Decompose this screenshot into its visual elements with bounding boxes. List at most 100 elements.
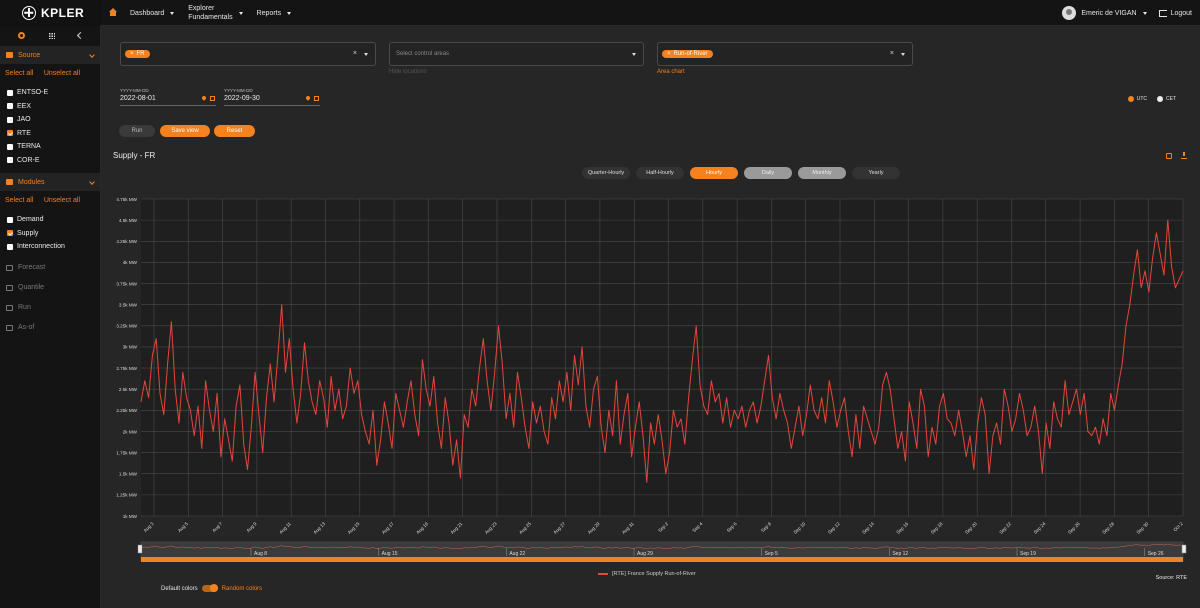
- checkbox[interactable]: [7, 103, 13, 110]
- modules-unselect-all[interactable]: Unselect all: [44, 197, 80, 204]
- random-colors-label[interactable]: Random colors: [222, 586, 262, 592]
- sidebar-item-label: Quantile: [18, 284, 45, 291]
- checkbox[interactable]: [7, 143, 13, 150]
- y-tick-label: 3k MW: [123, 345, 138, 350]
- checkbox[interactable]: [7, 116, 13, 123]
- nav-explorer-fundamentals[interactable]: Explorer Fundamentals: [188, 4, 243, 22]
- module-item-interconnection[interactable]: Interconnection: [0, 240, 100, 254]
- y-tick-label: 1.5k MW: [119, 472, 138, 477]
- y-tick-label: 4.75k MW: [116, 197, 137, 202]
- source-item-entso-e[interactable]: ENTSO-E: [0, 86, 100, 100]
- modules-select-all[interactable]: Select all: [5, 197, 33, 204]
- checkbox[interactable]: [7, 130, 13, 137]
- source-unselect-all[interactable]: Unselect all: [44, 70, 80, 77]
- gear-icon[interactable]: [17, 31, 25, 39]
- module-item-supply[interactable]: Supply: [0, 227, 100, 241]
- checkbox[interactable]: [7, 230, 13, 237]
- save-view-button[interactable]: Save view: [160, 125, 210, 137]
- expand-icon[interactable]: [1166, 153, 1172, 159]
- user-name[interactable]: Emeric de VIGAN: [1081, 10, 1136, 17]
- clear-icon[interactable]: ×: [890, 50, 894, 57]
- granularity-half-hourly-button[interactable]: Half-Hourly: [636, 167, 684, 179]
- chevron-down-icon[interactable]: [1142, 11, 1147, 15]
- logout-link[interactable]: Logout: [1171, 10, 1192, 17]
- source-item-rte[interactable]: RTE: [0, 127, 100, 141]
- source-item-label: TERNA: [17, 143, 41, 151]
- calendar-icon[interactable]: [314, 96, 319, 101]
- navigator-handle-right[interactable]: [1181, 544, 1187, 554]
- chart-legend[interactable]: [RTE] France Supply Run-of-River: [598, 571, 696, 577]
- run-button[interactable]: Run: [119, 125, 155, 137]
- source-select-all[interactable]: Select all: [5, 70, 33, 77]
- source-item-cor-e[interactable]: COR-E: [0, 154, 100, 168]
- color-toggle-switch[interactable]: [201, 584, 218, 592]
- grid-icon[interactable]: [47, 31, 55, 39]
- chevron-down-icon[interactable]: [364, 53, 368, 56]
- x-tick-label: Sep 24: [1033, 521, 1047, 535]
- utc-label: UTC: [1136, 96, 1147, 102]
- source-item-label: EEX: [17, 102, 32, 110]
- module-item-demand[interactable]: Demand: [0, 213, 100, 227]
- navigator-scrollbar[interactable]: [141, 557, 1183, 562]
- reset-button[interactable]: Reset: [214, 125, 255, 137]
- home-icon[interactable]: [108, 8, 118, 18]
- granularity-monthly-button[interactable]: Monthly: [798, 167, 846, 179]
- location-pin-icon[interactable]: [305, 95, 311, 101]
- sidebar-item-forecast[interactable]: Forecast: [0, 258, 100, 278]
- sidebar-item-run[interactable]: Run: [0, 298, 100, 318]
- country-select[interactable]: × FR ×: [120, 42, 376, 66]
- x-tick-label: Sep 10: [793, 521, 807, 535]
- navigator-handle-left[interactable]: [137, 544, 143, 554]
- x-tick-label: Sep 20: [964, 521, 978, 535]
- navigator-tick-label: Aug 22: [509, 551, 525, 557]
- area-chart-link[interactable]: Area chart: [657, 69, 685, 75]
- x-tick-label: Sep 4: [691, 521, 703, 533]
- fuel-type-select[interactable]: × Run-of-River ×: [657, 42, 913, 66]
- chevron-left-icon[interactable]: [76, 31, 84, 39]
- location-pin-icon[interactable]: [201, 95, 207, 101]
- nav-dashboard[interactable]: Dashboard: [130, 9, 175, 18]
- granularity-hourly-button[interactable]: Hourly: [690, 167, 738, 179]
- end-date-field[interactable]: 2022-09-30: [224, 95, 320, 106]
- hide-locations-link[interactable]: Hide locations: [389, 69, 427, 75]
- nav-dashboard-label: Dashboard: [130, 9, 165, 17]
- fuel-chip[interactable]: × Run-of-River: [662, 50, 713, 58]
- checkbox[interactable]: [7, 89, 13, 96]
- granularity-yearly-button[interactable]: Yearly: [852, 167, 900, 179]
- source-select-links: Select all Unselect all: [0, 64, 100, 82]
- chevron-down-icon[interactable]: [901, 53, 905, 56]
- granularity-selector: Quarter-Hourly Half-Hourly Hourly Daily Mont…: [582, 167, 900, 179]
- brand[interactable]: KPLER: [0, 0, 101, 26]
- source-section-header[interactable]: Source: [0, 46, 100, 64]
- checkbox[interactable]: [7, 216, 13, 223]
- checkbox[interactable]: [7, 157, 13, 164]
- download-icon[interactable]: [1181, 152, 1187, 159]
- granularity-daily-button[interactable]: Daily: [744, 167, 792, 179]
- x-tick-label: Aug 27: [552, 521, 566, 535]
- chip-remove-icon[interactable]: ×: [130, 51, 134, 57]
- checkbox[interactable]: [7, 243, 13, 250]
- country-chip[interactable]: × FR: [125, 50, 150, 58]
- control-areas-select[interactable]: Select control areas: [389, 42, 644, 66]
- modules-section-header[interactable]: Modules: [0, 173, 100, 191]
- granularity-quarter-hourly-button[interactable]: Quarter-Hourly: [582, 167, 630, 179]
- source-item-eex[interactable]: EEX: [0, 100, 100, 114]
- sidebar-item-as-of[interactable]: As-of: [0, 318, 100, 338]
- default-colors-label[interactable]: Default colors: [161, 586, 198, 592]
- source-item-jao[interactable]: JAO: [0, 113, 100, 127]
- avatar[interactable]: [1062, 6, 1077, 20]
- sidebar-item-quantile[interactable]: Quantile: [0, 278, 100, 298]
- utc-radio[interactable]: [1127, 96, 1134, 102]
- source-item-terna[interactable]: TERNA: [0, 140, 100, 154]
- refresh-icon: [6, 304, 13, 311]
- chevron-down-icon[interactable]: [632, 53, 636, 56]
- nav-reports[interactable]: Reports: [257, 9, 292, 18]
- supply-line-chart[interactable]: 1k MW 1.25k MW 1.5k MW 1.75k MW 2k MW 2.25k M…: [101, 186, 1200, 564]
- cet-radio[interactable]: [1157, 96, 1163, 102]
- calendar-icon[interactable]: [210, 96, 215, 101]
- logout-icon[interactable]: [1158, 9, 1167, 17]
- chip-remove-icon[interactable]: ×: [667, 51, 671, 57]
- clear-icon[interactable]: ×: [353, 50, 357, 57]
- start-date-field[interactable]: 2022-08-01: [120, 95, 216, 106]
- x-tick-label: Oct 2: [1172, 521, 1184, 533]
